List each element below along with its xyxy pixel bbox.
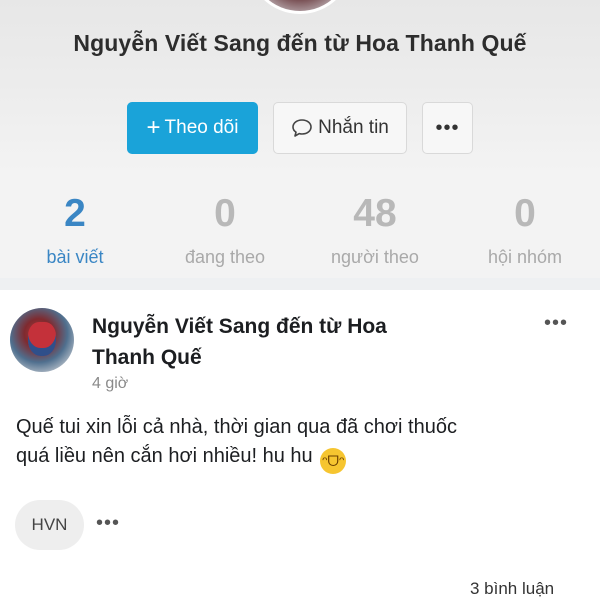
- message-button-label: Nhắn tin: [318, 117, 389, 138]
- stat-posts-value: 2: [64, 192, 86, 235]
- profile-stats: 2 bài viết 0 đang theo 48 người theo 0 h…: [0, 172, 600, 278]
- post-timestamp: 4 giờ: [92, 375, 129, 392]
- stat-posts[interactable]: 2 bài viết: [0, 172, 150, 278]
- post-text-line1: Quế tui xin lỗi cả nhà, thời gian qua đã…: [16, 416, 457, 438]
- post-text: Quế tui xin lỗi cả nhà, thời gian qua đã…: [16, 413, 586, 474]
- tag-chip[interactable]: HVN: [15, 500, 84, 550]
- avatar-figure: [28, 322, 56, 356]
- laughing-emoji-icon: ᵔᗜᵔ: [320, 448, 347, 474]
- more-options-button[interactable]: •••: [422, 102, 473, 154]
- follow-button-label: Theo dõi: [164, 117, 239, 138]
- chat-bubble-icon: [292, 119, 312, 137]
- stat-groups-label: hội nhóm: [487, 247, 563, 267]
- post-card: Nguyễn Viết Sang đến từ Hoa Thanh Quế ••…: [0, 290, 600, 600]
- profile-avatar[interactable]: [247, 0, 353, 14]
- stat-following-value: 0: [214, 192, 236, 235]
- post-author-avatar[interactable]: [10, 308, 74, 372]
- stat-groups[interactable]: 0 hội nhóm: [450, 172, 600, 278]
- post-text-line2-content: quá liều nên cắn hơi nhiều! hu hu: [16, 445, 313, 467]
- post-more-button[interactable]: •••: [96, 512, 120, 535]
- comment-count-link[interactable]: 3 bình luận: [470, 579, 554, 599]
- stat-following[interactable]: 0 đang theo: [150, 172, 300, 278]
- plus-icon: +: [146, 114, 161, 141]
- stat-posts-label: bài viết: [46, 247, 104, 267]
- stat-followers-value: 48: [353, 192, 397, 235]
- message-button[interactable]: Nhắn tin: [273, 102, 407, 154]
- post-author-line1: Nguyễn Viết Sang đến từ Hoa: [92, 315, 387, 338]
- post-text-line2: quá liều nên cắn hơi nhiều! hu hu ᵔᗜᵔ: [16, 442, 586, 474]
- stat-followers[interactable]: 48 người theo: [300, 172, 450, 278]
- stat-followers-label: người theo: [331, 247, 419, 267]
- stat-following-label: đang theo: [184, 247, 266, 267]
- stat-groups-value: 0: [514, 192, 536, 235]
- follow-button[interactable]: + Theo dõi: [127, 102, 258, 154]
- post-author-line2: Thanh Quế: [92, 346, 202, 369]
- post-menu-button[interactable]: •••: [544, 312, 568, 335]
- post-author-name[interactable]: Nguyễn Viết Sang đến từ Hoa Thanh Quế: [92, 311, 492, 373]
- profile-header: Nguyễn Viết Sang đến từ Hoa Thanh Quế + …: [0, 0, 600, 172]
- profile-name: Nguyễn Viết Sang đến từ Hoa Thanh Quế: [73, 30, 527, 56]
